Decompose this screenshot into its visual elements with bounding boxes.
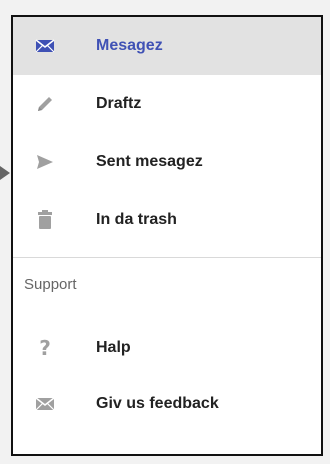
screen: Mesagez Draftz Sent mesagez In da trash … <box>0 0 330 464</box>
nav-item-label: Halp <box>96 339 131 356</box>
pointer-arrow <box>0 166 10 180</box>
nav-item-label: In da trash <box>96 211 177 228</box>
nav-item-drafts[interactable]: Draftz <box>13 75 321 133</box>
nav-item-help[interactable]: ? Halp <box>13 319 321 377</box>
pencil-icon <box>33 92 57 116</box>
mail-icon <box>33 34 57 58</box>
help-icon: ? <box>39 336 51 360</box>
nav-item-messages[interactable]: Mesagez <box>13 17 321 75</box>
send-icon <box>33 150 57 174</box>
nav-item-label: Draftz <box>96 95 142 112</box>
nav-item-label: Giv us feedback <box>96 395 219 412</box>
nav-item-sent[interactable]: Sent mesagez <box>13 133 321 191</box>
nav-item-trash[interactable]: In da trash <box>13 191 321 249</box>
support-section-header: Support <box>24 276 77 293</box>
nav-item-label: Mesagez <box>96 37 163 54</box>
navigation-drawer: Mesagez Draftz Sent mesagez In da trash … <box>11 15 323 456</box>
divider <box>13 257 321 258</box>
feedback-mail-icon <box>33 392 57 416</box>
trash-icon <box>33 208 57 232</box>
nav-item-feedback[interactable]: Giv us feedback <box>13 375 321 433</box>
nav-item-label: Sent mesagez <box>96 153 203 170</box>
